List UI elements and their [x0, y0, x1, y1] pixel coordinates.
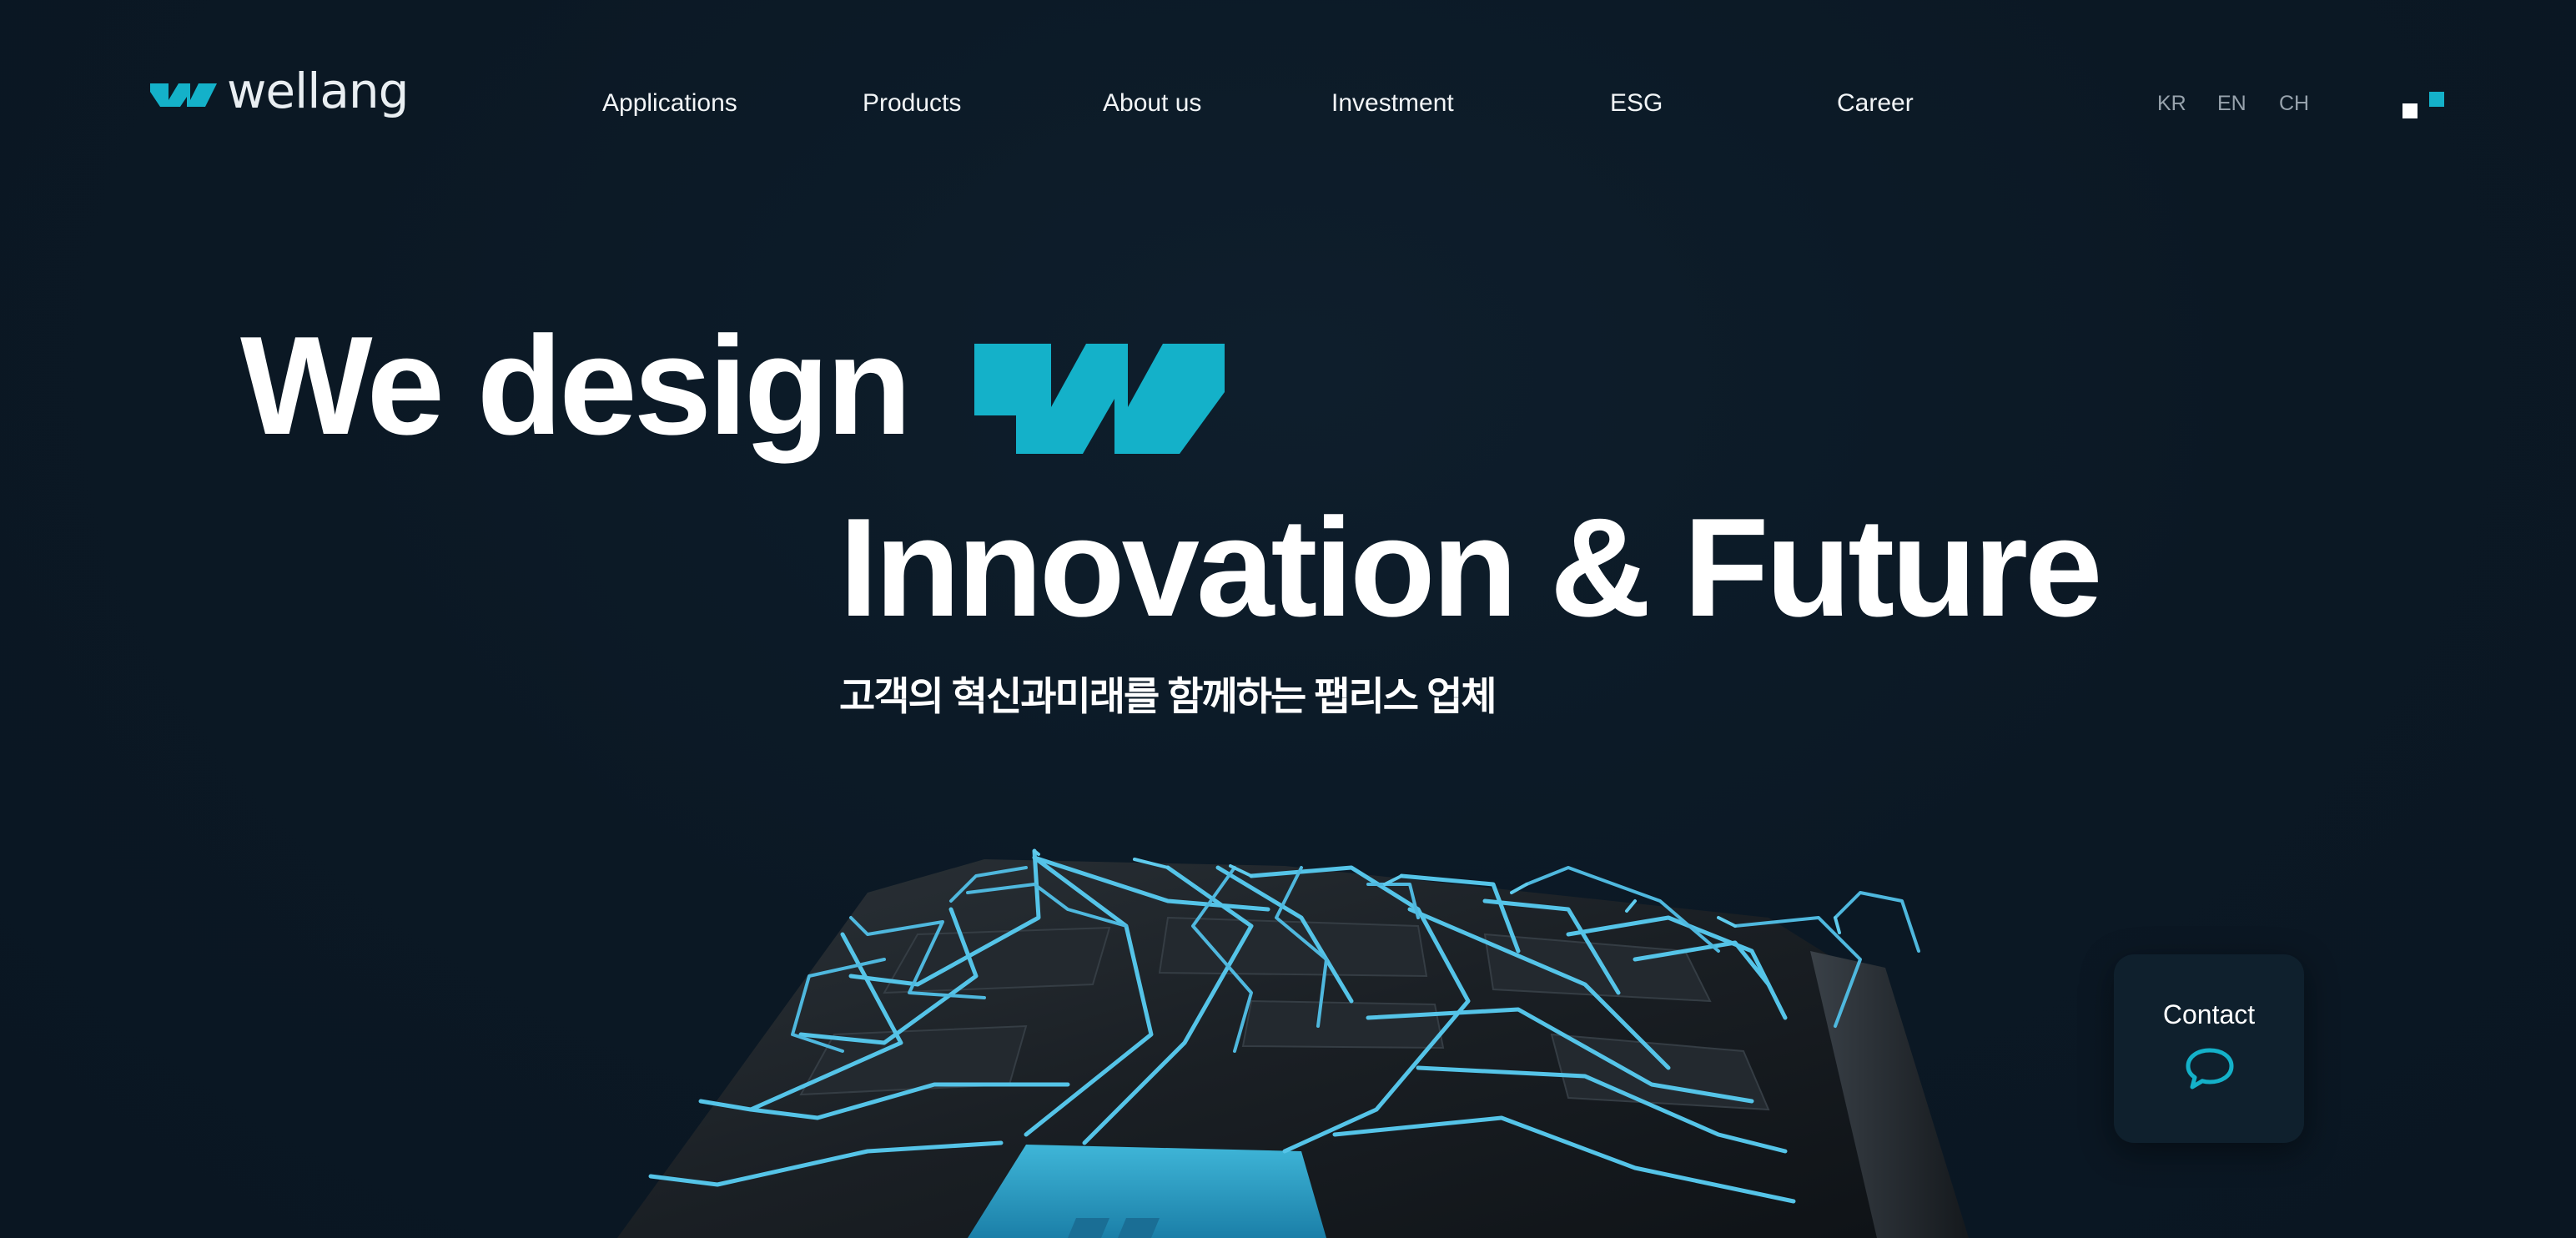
nav-item-applications[interactable]: Applications: [602, 87, 737, 120]
menu-square-white: [2402, 103, 2418, 118]
page: wellang Applications Products About us I…: [0, 0, 2576, 1238]
menu-squares-icon[interactable]: [2399, 88, 2449, 122]
hero-headline-line-2: Innovation & Future: [839, 489, 2103, 646]
contact-label: Contact: [2162, 999, 2256, 1029]
language-ch[interactable]: CH: [2279, 87, 2309, 120]
language-kr[interactable]: KR: [2157, 87, 2186, 120]
contact-button[interactable]: Contact: [2114, 954, 2304, 1143]
hero-headline-line-1: We design: [240, 307, 912, 464]
menu-square-accent: [2429, 92, 2444, 107]
hero-subtitle: 고객의 혁신과미래를 함께하는 팹리스 업체: [839, 674, 1497, 718]
nav-item-esg[interactable]: ESG: [1610, 87, 1663, 120]
nav-item-investment[interactable]: Investment: [1331, 87, 1454, 120]
nav-item-career[interactable]: Career: [1837, 87, 1914, 120]
wellang-w-mark-icon: [974, 342, 1225, 460]
nav-item-products[interactable]: Products: [863, 87, 961, 120]
main-nav: Applications Products About us Investmen…: [0, 87, 2576, 120]
chat-bubble-icon: [2184, 1046, 2236, 1095]
language-en[interactable]: EN: [2217, 87, 2246, 120]
nav-item-about-us[interactable]: About us: [1103, 87, 1201, 120]
